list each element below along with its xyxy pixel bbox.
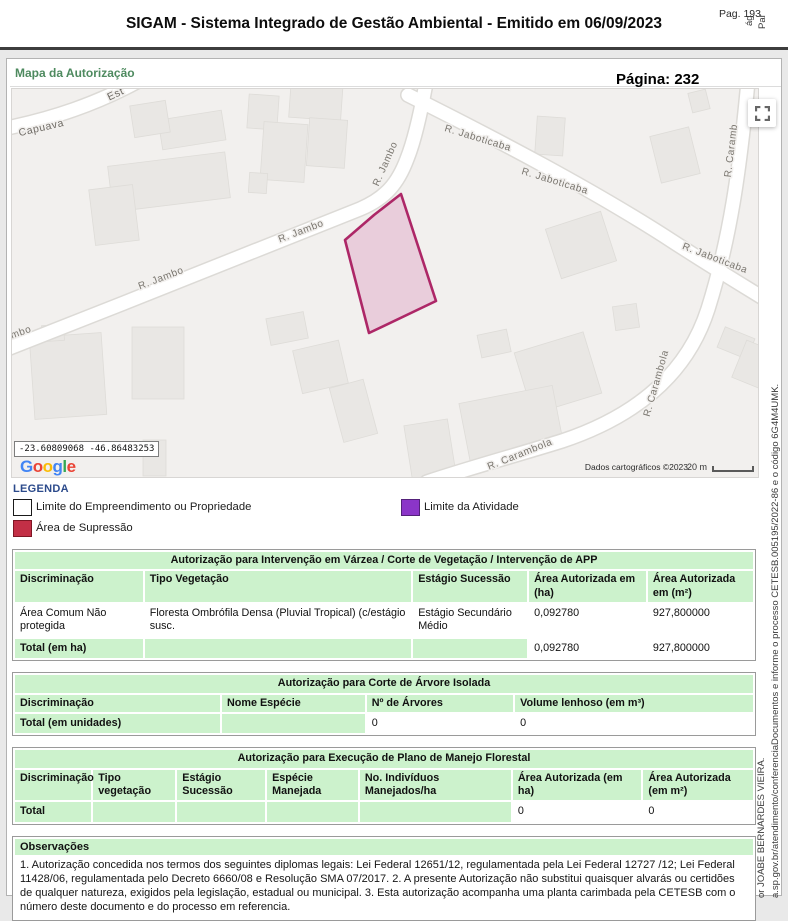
cell: Floresta Ombrófila Densa (Pluvial Tropic…: [145, 604, 411, 637]
cell: [360, 802, 511, 821]
authorization-map[interactable]: Capuava Est R. Jambo R. Jambo R. Jambo m…: [11, 88, 759, 478]
legend-label: Limite da Atividade: [424, 501, 519, 513]
rotated-fragment: Par: [757, 14, 768, 29]
observacoes-title: Observações: [15, 839, 753, 855]
total-value: 0: [367, 714, 513, 733]
side-signer-text: or JOABE BERNARDES VIEIRA.: [756, 758, 767, 898]
legend-item-area-supressao: Área de Supressão: [13, 518, 401, 538]
legend-label: Área de Supressão: [36, 522, 133, 534]
cell: Área Comum Não protegida: [15, 604, 143, 637]
legend-swatch-white: [13, 499, 32, 516]
column-header: Discriminação: [15, 571, 143, 601]
fullscreen-button[interactable]: [748, 99, 776, 127]
column-header: Volume lenhoso (em m³): [515, 695, 753, 712]
rotated-fragment: ág: [744, 15, 755, 26]
map-page-number: Página: 232: [616, 71, 699, 88]
legend-swatch-purple: [401, 499, 420, 516]
legend-item-limite-empreendimento: Limite do Empreendimento ou Propriedade: [13, 497, 401, 517]
column-header: Área Autorizada (em ha): [513, 770, 642, 800]
map-attribution: Dados cartográficos ©2023: [585, 462, 688, 472]
total-value: 0: [515, 714, 753, 733]
sigam-report-page: { "watermark": "RP600imóveis", "header":…: [0, 0, 788, 900]
column-header: Nome Espécie: [222, 695, 365, 712]
column-header: Nº de Árvores: [367, 695, 513, 712]
authorization-section: Mapa da Autorização: [6, 58, 782, 896]
total-value: 0,092780: [529, 639, 646, 658]
total-label: Total (em unidades): [15, 714, 220, 733]
total-value: 927,800000: [648, 639, 753, 658]
column-header: Estágio Sucessão: [177, 770, 265, 800]
table-plano-manejo-florestal: Autorização para Execução de Plano de Ma…: [12, 747, 756, 824]
cell: [413, 639, 527, 658]
total-label: Total (em ha): [15, 639, 143, 658]
observacoes-box: Observações 1. Autorização concedida nos…: [12, 836, 756, 921]
table-row: Área Comum Não protegida Floresta Ombróf…: [15, 604, 753, 637]
table-title: Autorização para Corte de Árvore Isolada: [15, 675, 753, 692]
table-total-row: Total (em ha) 0,092780 927,800000: [15, 639, 753, 658]
scale-label: 20 m: [687, 462, 707, 472]
table-total-row: Total 0 0: [15, 802, 753, 821]
fullscreen-icon: [755, 106, 770, 121]
cell: [222, 714, 365, 733]
total-label: Total: [15, 802, 91, 821]
column-header: Tipo Vegetação: [145, 571, 411, 601]
table-total-row: Total (em unidades) 0 0: [15, 714, 753, 733]
cell: [267, 802, 358, 821]
cell: 927,800000: [648, 604, 753, 637]
total-value: 0: [513, 802, 642, 821]
column-header: Área Autorizada em (m²): [648, 571, 753, 601]
table-intervencao-varzea: Autorização para Intervenção em Várzea /…: [12, 549, 756, 661]
cell: [93, 802, 175, 821]
legend-item-limite-atividade: Limite da Atividade: [401, 497, 781, 517]
scale-bar: [712, 466, 754, 472]
column-header: Área Autorizada em (ha): [529, 571, 646, 601]
cell: [145, 639, 411, 658]
legend-label: Limite do Empreendimento ou Propriedade: [36, 501, 251, 513]
column-header: Tipo vegetação: [93, 770, 175, 800]
page-title: SIGAM - Sistema Integrado de Gestão Ambi…: [0, 0, 788, 33]
table-title: Autorização para Intervenção em Várzea /…: [15, 552, 753, 569]
legend: LEGENDA Limite do Empreendimento ou Prop…: [13, 483, 781, 538]
observacoes-body: 1. Autorização concedida nos termos dos …: [15, 855, 753, 918]
column-header: Espécie Manejada: [267, 770, 358, 800]
column-header: Estágio Sucessão: [413, 571, 527, 601]
cell: [177, 802, 265, 821]
legend-swatch-red: [13, 520, 32, 537]
legend-title: LEGENDA: [13, 483, 781, 495]
side-verification-text: a.sp.gov.br/atendimento/conferenciaDocum…: [770, 384, 781, 898]
column-header: No. Indivíduos Manejados/ha: [360, 770, 511, 800]
cell: 0,092780: [529, 604, 646, 637]
table-title: Autorização para Execução de Plano de Ma…: [15, 750, 753, 767]
map-scale: 20 m: [687, 462, 754, 472]
column-header: Área Autorizada (em m²): [643, 770, 753, 800]
map-coordinates: -23.60809068 -46.86483253: [14, 441, 159, 457]
column-header: Discriminação: [15, 695, 220, 712]
cell: Estágio Secundário Médio: [413, 604, 527, 637]
report-header: SIGAM - Sistema Integrado de Gestão Ambi…: [0, 0, 788, 50]
table-corte-arvore-isolada: Autorização para Corte de Árvore Isolada…: [12, 672, 756, 736]
total-value: 0: [643, 802, 753, 821]
google-logo[interactable]: Google: [20, 457, 76, 477]
column-header: Discriminação: [15, 770, 91, 800]
map-canvas: Capuava Est R. Jambo R. Jambo R. Jambo m…: [12, 89, 759, 478]
